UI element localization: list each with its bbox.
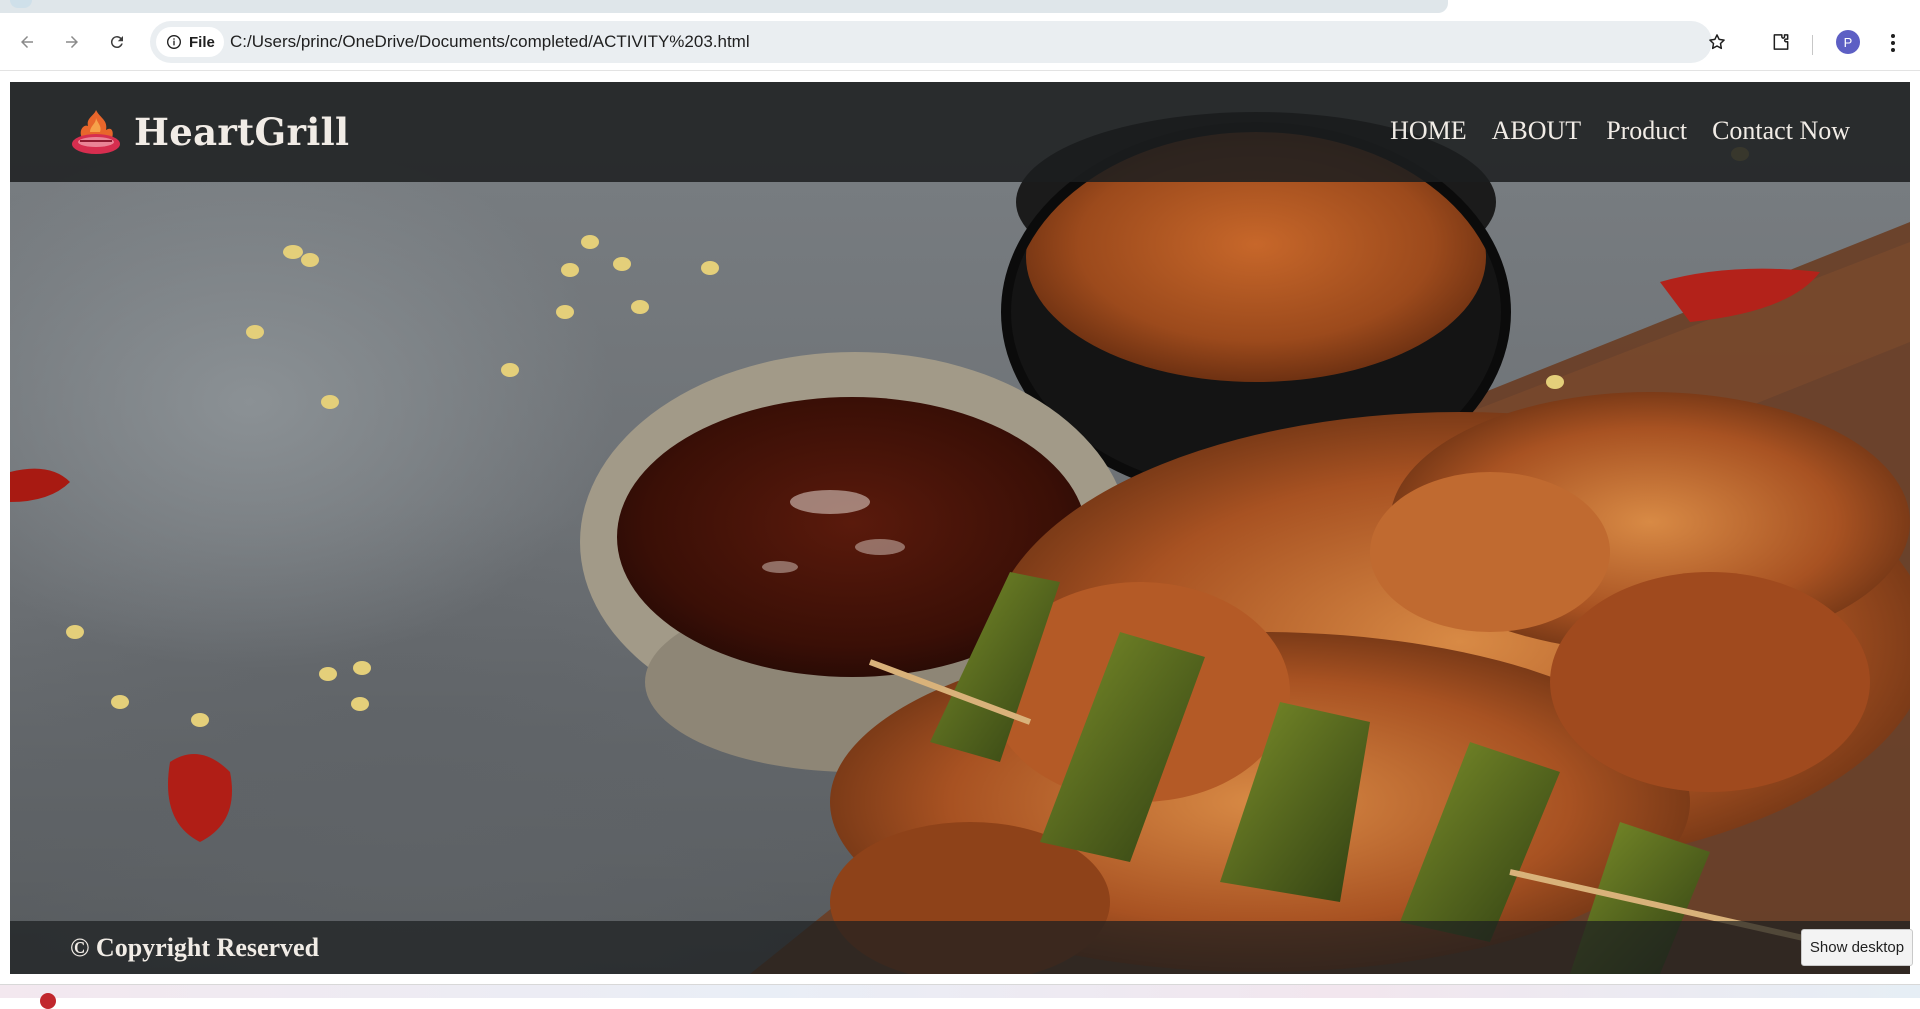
profile-avatar[interactable]: P [1836,30,1860,54]
file-chip-label: File [189,33,215,51]
brand-name: HeartGrill [134,110,350,154]
address-bar[interactable]: File C:/Users/princ/OneDrive/Documents/c… [150,21,1725,63]
nav-about-link[interactable]: ABOUT [1492,116,1582,146]
reload-icon [110,36,123,49]
reload-button[interactable] [103,28,131,56]
site-footer: © Copyright Reserved [10,921,1910,974]
forward-button[interactable] [58,28,86,56]
os-taskbar [0,984,1920,1009]
info-icon [167,35,181,49]
show-desktop-tooltip: Show desktop [1801,929,1913,966]
grill-heart-icon [72,110,120,154]
nav-contact-link[interactable]: Contact Now [1712,116,1850,146]
back-button[interactable] [13,28,41,56]
main-nav: HOME ABOUT Product Contact Now [1390,116,1850,146]
site-header: HeartGrill HOME ABOUT Product Contact No… [10,82,1910,182]
grilled-skewers-photo [10,112,1910,974]
taskbar-app-icon[interactable] [40,993,56,1009]
star-icon [1709,34,1725,50]
nav-home-link[interactable]: HOME [1390,116,1467,146]
browser-toolbar: File C:/Users/princ/OneDrive/Documents/c… [0,13,1920,71]
forward-arrow-icon [66,36,78,48]
nav-product-link[interactable]: Product [1606,116,1687,146]
bookmark-button[interactable] [1702,27,1732,57]
copyright-text: © Copyright Reserved [70,933,320,962]
tab-strip [0,0,1920,13]
back-arrow-icon [21,36,33,48]
browser-menu-button[interactable] [1880,28,1906,58]
extensions-button[interactable] [1766,27,1796,57]
hero-background-image [10,82,1910,974]
site-logo[interactable]: HeartGrill [70,108,349,156]
url-text[interactable]: C:/Users/princ/OneDrive/Documents/comple… [230,32,750,52]
web-page: HeartGrill HOME ABOUT Product Contact No… [10,82,1910,974]
extensions-icon [1773,34,1789,50]
active-tab[interactable] [0,0,1448,13]
more-vert-icon [1891,34,1895,52]
site-info-chip[interactable]: File [156,27,224,57]
toolbar-divider [1812,35,1813,55]
